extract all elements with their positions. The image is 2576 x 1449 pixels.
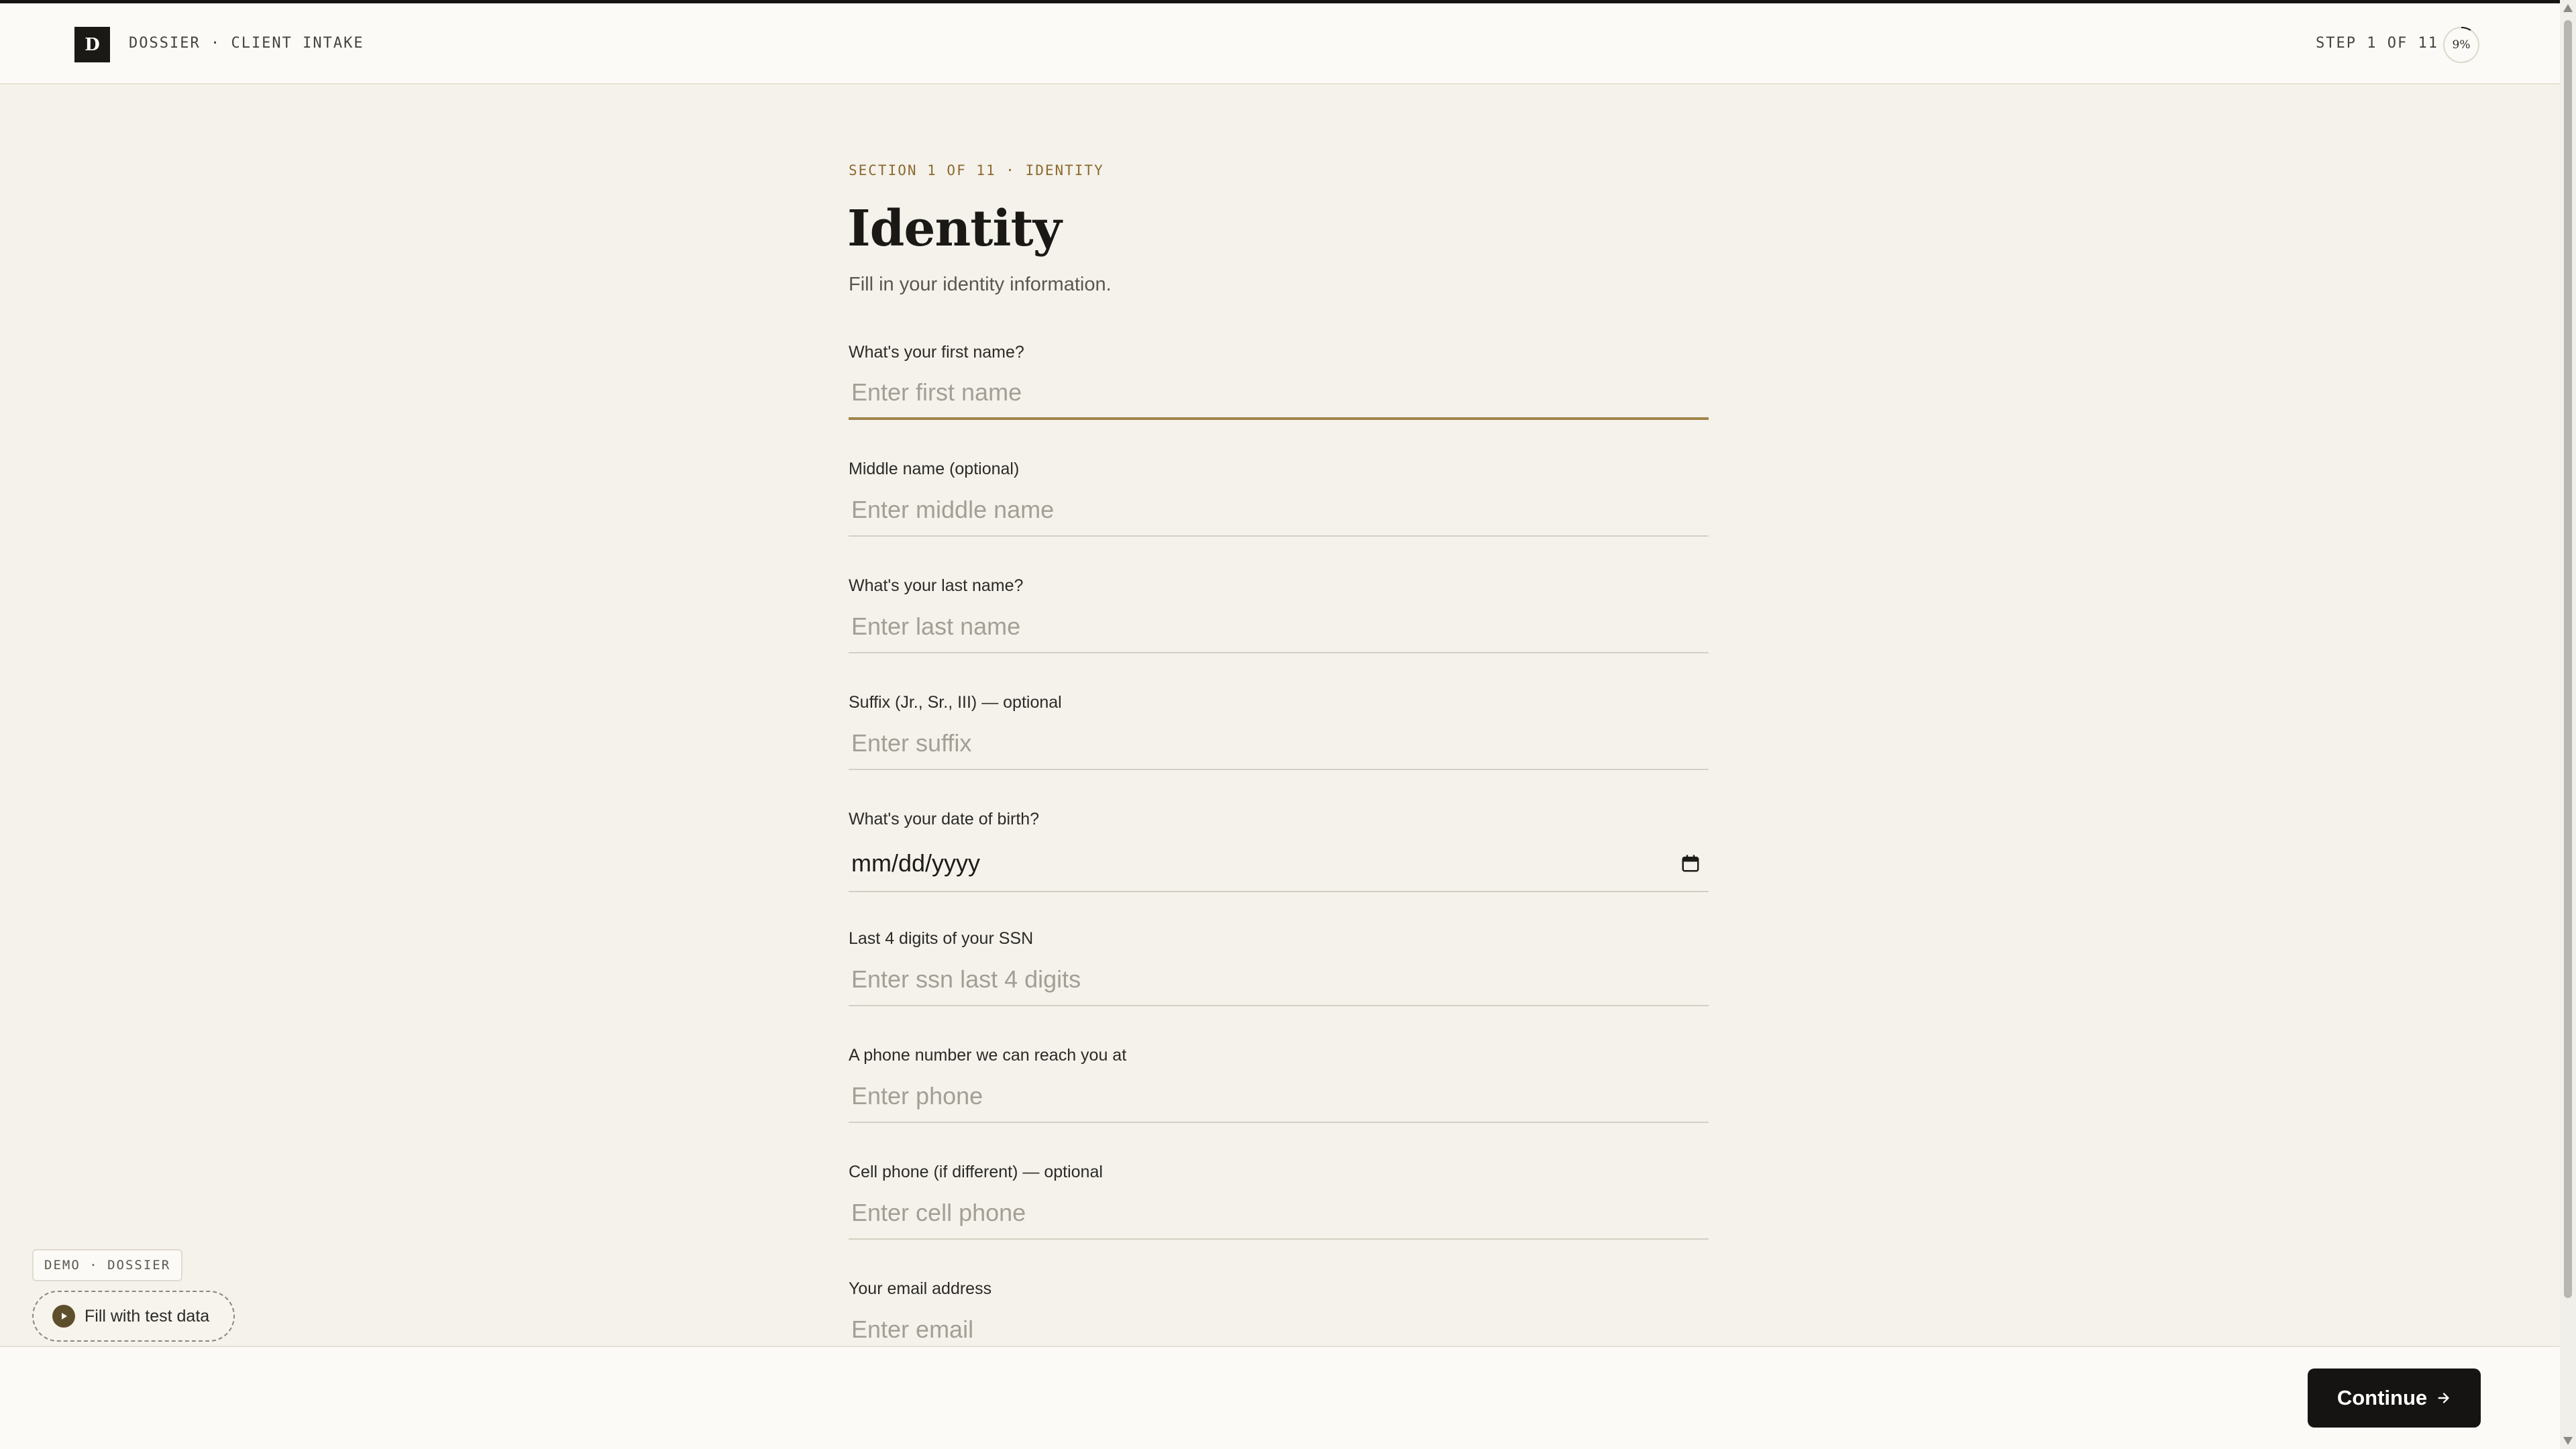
app-header: D DOSSIER · CLIENT INTAKE STEP 1 OF 11 9… xyxy=(0,3,2560,85)
demo-tag: DEMO · DOSSIER xyxy=(32,1249,183,1281)
ssn-last4-input[interactable] xyxy=(849,954,1709,1006)
section-kicker: SECTION 1 OF 11 · IDENTITY xyxy=(849,162,1104,178)
progress-ring: 9% xyxy=(2443,27,2479,63)
phone-input[interactable] xyxy=(849,1071,1709,1123)
page-scrollbar[interactable] xyxy=(2560,0,2576,1449)
brand-logo: D xyxy=(74,27,110,62)
step-indicator: STEP 1 OF 11 xyxy=(2316,35,2438,52)
last-name-input[interactable] xyxy=(849,601,1709,653)
brand-name: DOSSIER · CLIENT INTAKE xyxy=(129,35,364,52)
fill-test-data-label: Fill with test data xyxy=(85,1306,210,1326)
last-name-label: What's your last name? xyxy=(849,576,1024,595)
scroll-up-arrow[interactable] xyxy=(2563,4,2573,12)
progress-ring-arc xyxy=(2443,27,2479,63)
ssn-last4-label: Last 4 digits of your SSN xyxy=(849,929,1034,948)
date-of-birth-label: What's your date of birth? xyxy=(849,810,1040,828)
play-icon xyxy=(52,1305,75,1328)
form-footer xyxy=(0,1346,2560,1449)
date-of-birth-value: mm/dd/yyyy xyxy=(851,849,981,877)
cell-phone-input[interactable] xyxy=(849,1187,1709,1240)
middle-name-label: Middle name (optional) xyxy=(849,460,1020,478)
calendar-icon[interactable] xyxy=(1680,853,1701,873)
arrow-right-icon xyxy=(2438,1393,2449,1403)
cell-phone-label: Cell phone (if different) — optional xyxy=(849,1163,1103,1181)
phone-label: A phone number we can reach you at xyxy=(849,1046,1127,1065)
fill-test-data-button[interactable]: Fill with test data xyxy=(32,1291,235,1342)
middle-name-field: Middle name (optional) xyxy=(849,459,1709,537)
middle-name-input[interactable] xyxy=(849,484,1709,537)
phone-field: A phone number we can reach you at xyxy=(849,1045,1709,1123)
last-name-field: What's your last name? xyxy=(849,576,1709,653)
suffix-label: Suffix (Jr., Sr., III) — optional xyxy=(849,693,1062,712)
ssn-last4-field: Last 4 digits of your SSN xyxy=(849,928,1709,1006)
date-of-birth-field: What's your date of birth? mm/dd/yyyy xyxy=(849,809,1709,892)
continue-label: Continue xyxy=(2337,1386,2428,1409)
first-name-label: What's your first name? xyxy=(849,343,1024,362)
scrollbar-thumb[interactable] xyxy=(2564,20,2572,1298)
email-label: Your email address xyxy=(849,1279,992,1298)
first-name-input[interactable] xyxy=(849,368,1709,420)
scroll-down-arrow[interactable] xyxy=(2563,1437,2573,1445)
email-field: Your email address xyxy=(849,1279,1709,1356)
suffix-input[interactable] xyxy=(849,718,1709,770)
cell-phone-field: Cell phone (if different) — optional xyxy=(849,1162,1709,1240)
continue-button[interactable]: Continue xyxy=(2308,1368,2481,1428)
page-title: Identity xyxy=(847,200,1062,258)
suffix-field: Suffix (Jr., Sr., III) — optional xyxy=(849,692,1709,770)
first-name-field: What's your first name? xyxy=(849,342,1709,420)
page-subtitle: Fill in your identity information. xyxy=(849,274,1112,295)
date-of-birth-input[interactable]: mm/dd/yyyy xyxy=(849,835,1709,892)
